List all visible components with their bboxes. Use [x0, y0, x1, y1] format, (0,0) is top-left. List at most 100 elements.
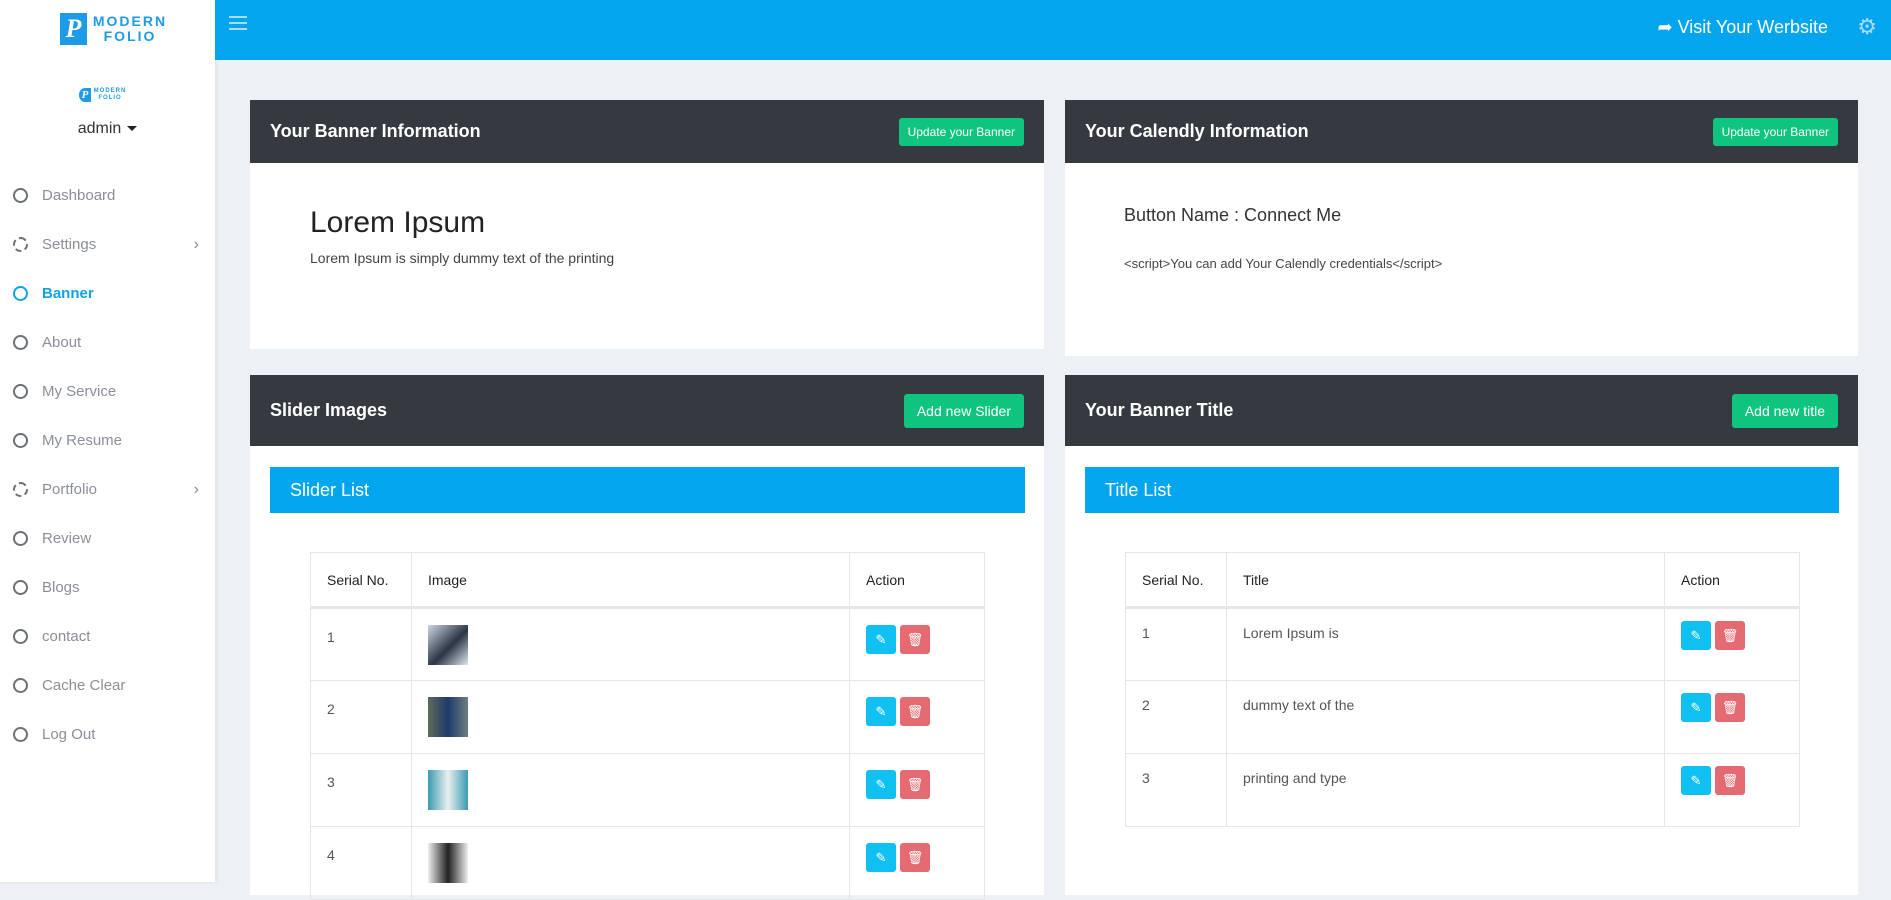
avatar-logo-mark: P	[79, 88, 91, 102]
col-title: Title	[1226, 552, 1665, 609]
action-cell: ✎ 🗑	[849, 826, 985, 900]
sidebar-item-contact[interactable]: contact	[0, 612, 215, 661]
visit-website-label: Visit Your Werbsite	[1677, 17, 1828, 37]
circle-icon	[13, 678, 28, 693]
update-banner-button[interactable]: Update your Banner	[898, 117, 1024, 146]
slider-thumbnail	[428, 770, 468, 810]
banner-heading: Lorem Ipsum	[310, 206, 486, 239]
title-cell: Lorem Ipsum is	[1226, 607, 1665, 681]
title-table: Serial No. Title Action 1 Lorem Ipsum is ✎…	[1125, 552, 1800, 827]
edit-button[interactable]: ✎	[1681, 621, 1711, 650]
image-cell	[411, 680, 850, 754]
sidebar-nav: Dashboard Settings › Banner About My Service M…	[0, 171, 215, 759]
delete-button[interactable]: 🗑	[900, 625, 930, 654]
table-row: 3 ✎ 🗑	[310, 753, 985, 827]
card-title: Your Banner Information	[270, 121, 481, 141]
circle-icon	[13, 286, 28, 301]
serial-cell: 3	[1125, 753, 1227, 827]
sidebar-item-label: Portfolio	[42, 481, 98, 498]
sidebar-item-review[interactable]: Review	[0, 514, 215, 563]
visit-website-link[interactable]: ➦ Visit Your Werbsite	[1657, 17, 1828, 38]
col-action: Action	[849, 552, 985, 609]
serial-cell: 3	[310, 753, 412, 827]
gauge-icon	[13, 237, 28, 252]
card-title: Slider Images	[270, 400, 388, 420]
circle-icon	[13, 531, 28, 546]
chevron-right-icon: ›	[193, 480, 199, 498]
serial-cell: 2	[310, 680, 412, 754]
circle-icon	[13, 188, 28, 203]
slider-table: Serial No. Image Action 1 ✎ 🗑 2 ✎ 🗑 3 ✎ 🗑 4 ✎ 🗑	[310, 552, 985, 900]
sidebar-item-label: My Service	[42, 383, 117, 400]
image-cell	[411, 753, 850, 827]
user-menu[interactable]: admin	[0, 120, 215, 138]
edit-button[interactable]: ✎	[866, 697, 896, 726]
action-cell: ✎ 🗑	[1664, 753, 1800, 827]
serial-cell: 1	[1125, 607, 1227, 681]
sidebar-item-cache-clear[interactable]: Cache Clear	[0, 661, 215, 710]
circle-icon	[13, 580, 28, 595]
image-cell	[411, 607, 850, 681]
sidebar-item-label: Log Out	[42, 726, 96, 743]
add-title-button[interactable]: Add new title	[1731, 393, 1838, 428]
table-row: 3 printing and type ✎ 🗑	[1125, 753, 1800, 827]
brand-logo[interactable]: P MODERN FOLIO	[60, 13, 170, 45]
sidebar-item-label: About	[42, 334, 82, 351]
sidebar-item-portfolio[interactable]: Portfolio ›	[0, 465, 215, 514]
logo-mark: P	[60, 13, 87, 45]
sidebar-item-log-out[interactable]: Log Out	[0, 710, 215, 759]
calendly-script: <script>You can add Your Calendly creden…	[1124, 256, 1443, 271]
serial-cell: 1	[310, 607, 412, 681]
sidebar-item-label: My Resume	[42, 432, 123, 449]
delete-button[interactable]: 🗑	[1715, 693, 1745, 722]
serial-cell: 2	[1125, 680, 1227, 754]
card-title: Your Banner Title	[1085, 400, 1234, 420]
sidebar: P MODERN FOLIO P MODERN FOLIO admin Dash…	[0, 0, 215, 882]
slider-thumbnail	[428, 697, 468, 737]
sidebar-item-dashboard[interactable]: Dashboard	[0, 171, 215, 220]
calendly-card: Your Calendly Information Update your Ban…	[1065, 100, 1858, 356]
serial-cell: 4	[310, 826, 412, 900]
circle-icon	[13, 727, 28, 742]
edit-button[interactable]: ✎	[1681, 766, 1711, 795]
delete-button[interactable]: 🗑	[1715, 621, 1745, 650]
slider-images-card: Slider Images Add new Slider Slider List …	[250, 375, 1044, 900]
table-row: 4 ✎ 🗑	[310, 826, 985, 900]
edit-button[interactable]: ✎	[866, 625, 896, 654]
sidebar-item-label: Review	[42, 530, 92, 547]
col-action: Action	[1664, 552, 1800, 609]
sidebar-item-label: Blogs	[42, 579, 80, 596]
add-slider-button[interactable]: Add new Slider	[903, 393, 1024, 428]
sidebar-item-label: Cache Clear	[42, 677, 126, 694]
calendly-button-name: Button Name : Connect Me	[1124, 205, 1342, 225]
gear-icon[interactable]: ⚙	[1857, 14, 1877, 40]
edit-button[interactable]: ✎	[866, 843, 896, 872]
slider-thumbnail	[428, 625, 468, 665]
delete-button[interactable]: 🗑	[900, 697, 930, 726]
menu-toggle-icon[interactable]	[229, 16, 247, 30]
sidebar-item-my-service[interactable]: My Service	[0, 367, 215, 416]
action-cell: ✎ 🗑	[1664, 680, 1800, 754]
logo-text: MODERN FOLIO	[92, 13, 168, 44]
circle-icon	[13, 433, 28, 448]
title-cell: dummy text of the	[1226, 680, 1665, 754]
edit-button[interactable]: ✎	[1681, 693, 1711, 722]
title-cell: printing and type	[1226, 753, 1665, 827]
sidebar-item-about[interactable]: About	[0, 318, 215, 367]
caret-down-icon	[127, 126, 138, 132]
sidebar-item-banner[interactable]: Banner	[0, 269, 215, 318]
top-bar: ➦ Visit Your Werbsite ⚙	[215, 0, 1891, 60]
delete-button[interactable]: 🗑	[1715, 766, 1745, 795]
delete-button[interactable]: 🗑	[900, 843, 930, 872]
sidebar-item-settings[interactable]: Settings ›	[0, 220, 215, 269]
edit-button[interactable]: ✎	[866, 770, 896, 799]
sidebar-item-blogs[interactable]: Blogs	[0, 563, 215, 612]
delete-button[interactable]: 🗑	[900, 770, 930, 799]
share-arrow-icon: ➦	[1657, 17, 1678, 37]
update-calendly-button[interactable]: Update your Banner	[1712, 117, 1838, 146]
image-cell	[411, 826, 850, 900]
sidebar-item-my-resume[interactable]: My Resume	[0, 416, 215, 465]
table-row: 2 dummy text of the ✎ 🗑	[1125, 680, 1800, 754]
card-title: Your Calendly Information	[1085, 121, 1309, 141]
circle-icon	[13, 629, 28, 644]
